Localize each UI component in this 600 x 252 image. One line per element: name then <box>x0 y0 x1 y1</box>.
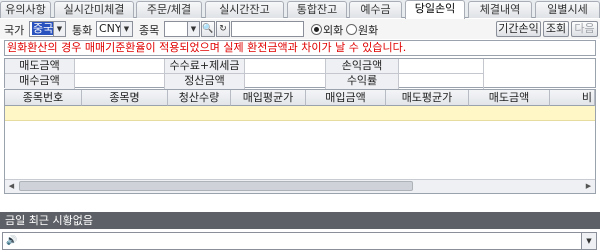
pnl-amount-label: 손익금액 <box>326 59 399 74</box>
col-settled-qty[interactable]: 청산수량 <box>168 90 231 106</box>
next-button[interactable]: 다음 <box>571 21 598 37</box>
tab-realtime-unfilled[interactable]: 실시간미체결 <box>54 1 134 18</box>
scrollbar-thumb[interactable] <box>19 181 413 191</box>
sell-amount-label: 매도금액 <box>5 59 75 74</box>
period-pnl-button[interactable]: 기간손익 <box>496 21 541 37</box>
scroll-left-icon[interactable]: ◀ <box>5 180 18 192</box>
chevron-down-icon[interactable]: ▼ <box>187 22 199 36</box>
currency-select[interactable]: CNY ▼ <box>96 21 133 37</box>
col-sell-amount[interactable]: 매도금액 <box>469 90 550 106</box>
col-buy-amount[interactable]: 매입금액 <box>306 90 386 106</box>
currency-value: CNY <box>99 22 122 35</box>
tab-deposit[interactable]: 예수금 <box>349 1 402 18</box>
tab-fill-history[interactable]: 체결내역 <box>468 1 532 18</box>
refresh-icon[interactable]: ↻ <box>216 21 230 37</box>
country-label: 국가 <box>4 24 25 37</box>
tab-integrated-balance[interactable]: 통합잔고 <box>287 1 347 18</box>
scroll-right-icon[interactable]: ▶ <box>582 180 595 192</box>
summary-table: 매도금액 수수료+제세금 손익금액 매수금액 정산금액 수익률 <box>4 58 596 89</box>
tab-orders-fills[interactable]: 주문/체결 <box>136 1 202 18</box>
radio-won[interactable]: 원화 <box>346 22 378 38</box>
return-rate-label: 수익률 <box>326 74 399 89</box>
currency-label: 통화 <box>72 24 93 37</box>
speaker-icon: 🔊 <box>6 236 18 246</box>
return-rate-value <box>399 74 484 89</box>
stock-label: 종목 <box>139 24 160 37</box>
country-select[interactable]: 중국 ▼ <box>29 21 66 37</box>
chevron-down-icon[interactable]: ▼ <box>53 22 65 36</box>
pnl-amount-value <box>399 59 484 74</box>
settle-amount-label: 정산금액 <box>165 74 245 89</box>
col-stock-code[interactable]: 종목번호 <box>5 90 82 106</box>
col-stock-name[interactable]: 종목명 <box>82 90 168 106</box>
tab-realtime-balance[interactable]: 실시간잔고 <box>205 1 284 18</box>
fee-tax-label: 수수료+제세금 <box>165 59 245 74</box>
horizontal-scrollbar[interactable]: ◀ ▶ <box>5 179 595 193</box>
table-row[interactable] <box>5 106 595 121</box>
col-avg-sell-price[interactable]: 매도평균가 <box>386 90 469 106</box>
country-value: 중국 <box>32 22 55 35</box>
stock-code-select[interactable]: ▼ <box>164 21 200 37</box>
radio-unselected-icon <box>346 24 357 35</box>
tab-notice[interactable]: 유의사항 <box>0 1 51 18</box>
col-avg-buy-price[interactable]: 매입평균가 <box>231 90 306 106</box>
stock-name-field[interactable] <box>231 21 304 37</box>
radio-foreign-label: 외화 <box>323 24 344 37</box>
message-box[interactable]: 🔊 ▼ <box>2 232 597 250</box>
sell-amount-value <box>75 59 165 74</box>
exchange-rate-notice: 원화환산의 경우 매매기준환율이 적용되었으며 실제 환전금액과 차이가 날 수… <box>4 40 596 56</box>
radio-won-label: 원화 <box>358 24 379 37</box>
market-status-bar: 금일 최근 시황없음 <box>0 212 600 229</box>
fee-tax-value <box>245 59 326 74</box>
settle-amount-value <box>245 74 326 89</box>
col-ratio[interactable]: 비 <box>550 90 595 106</box>
tab-daily-pnl[interactable]: 당일손익 <box>405 0 465 19</box>
query-button[interactable]: 조회 <box>543 21 569 37</box>
search-icon[interactable]: 🔍 <box>201 21 215 37</box>
chevron-down-icon[interactable]: ▼ <box>120 22 132 36</box>
buy-amount-label: 매수금액 <box>5 74 75 89</box>
tab-daily-quotes[interactable]: 일별시세 <box>535 1 600 18</box>
radio-foreign-currency[interactable]: 외화 <box>311 22 343 38</box>
chevron-down-icon[interactable]: ▼ <box>581 233 596 249</box>
tab-bar: 유의사항 실시간미체결 주문/체결 실시간잔고 통합잔고 예수금 당일손익 체결… <box>0 0 600 19</box>
daily-pnl-grid[interactable]: 종목번호 종목명 청산수량 매입평균가 매입금액 매도평균가 매도금액 비 ◀ … <box>4 89 596 194</box>
radio-selected-icon <box>311 24 322 35</box>
filter-bar: 국가 중국 ▼ 통화 CNY ▼ 종목 ▼ 🔍 ↻ 외화 원화 기간손익 조회 … <box>0 19 600 39</box>
buy-amount-value <box>75 74 165 89</box>
